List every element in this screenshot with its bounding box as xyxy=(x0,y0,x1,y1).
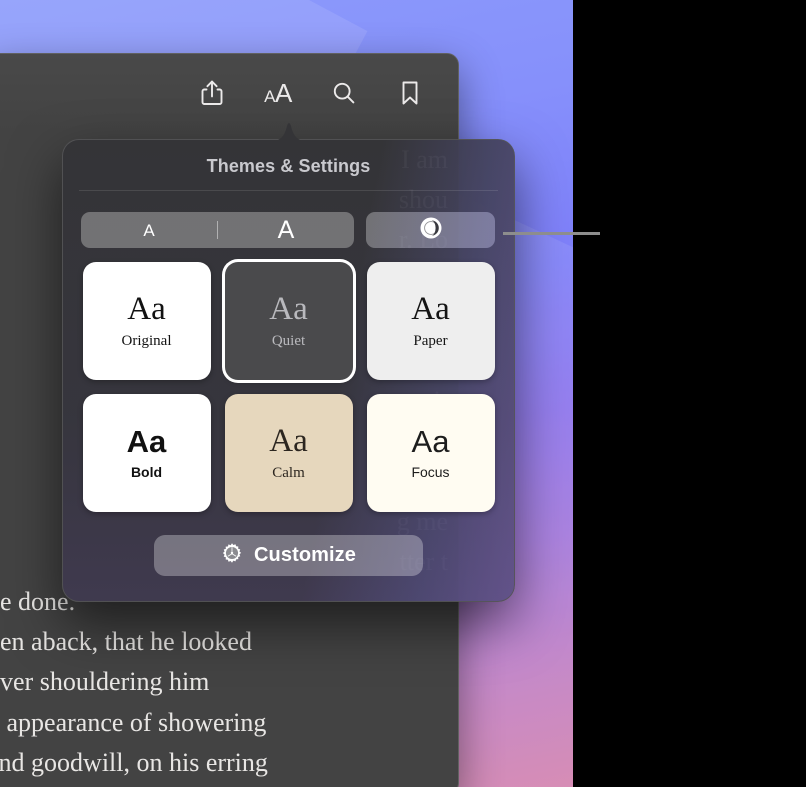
book-line: and goodwill, on his erring xyxy=(0,747,268,777)
theme-card-calm[interactable]: Aa Calm xyxy=(224,394,353,512)
theme-sample-glyph: Aa xyxy=(411,424,450,459)
screenshot-root: AA I am shou r. Lo d gid not e ated. ret xyxy=(0,0,806,787)
popover-control-row: A A xyxy=(63,191,514,248)
search-icon[interactable] xyxy=(326,75,362,111)
popover-title: Themes & Settings xyxy=(206,156,371,176)
theme-card-label: Original xyxy=(121,332,172,349)
book-line: n appearance of showering xyxy=(0,707,267,737)
font-size-stepper[interactable]: A A xyxy=(81,212,354,248)
text-size-big-a: A xyxy=(275,78,292,108)
theme-card-quiet[interactable]: Aa Quiet xyxy=(224,262,353,380)
theme-card-label: Calm xyxy=(272,464,305,481)
bookmark-icon[interactable] xyxy=(392,75,428,111)
theme-sample-glyph: Aa xyxy=(411,290,450,327)
font-size-decrease-button[interactable]: A xyxy=(81,212,217,248)
theme-sample-glyph: Aa xyxy=(126,424,167,459)
customize-label: Customize xyxy=(253,544,357,566)
theme-card-label: Bold xyxy=(130,464,163,480)
text-size-small-a: A xyxy=(264,87,275,106)
callout-line xyxy=(503,232,600,235)
theme-card-bold[interactable]: Aa Bold xyxy=(82,394,211,512)
theme-card-focus[interactable]: Aa Focus xyxy=(366,394,495,512)
share-icon[interactable] xyxy=(194,75,230,111)
customize-button[interactable]: Customize xyxy=(154,535,423,576)
contrast-half-circle-icon xyxy=(419,216,443,245)
theme-card-label: Quiet xyxy=(271,332,306,349)
theme-grid: Aa Original Aa Quiet Aa Paper Aa Bold Aa xyxy=(63,248,514,512)
text-size-label: AA xyxy=(264,80,292,106)
popover-arrow xyxy=(274,120,304,141)
theme-sample-glyph: Aa xyxy=(269,290,308,327)
gear-icon xyxy=(221,542,243,569)
reader-toolbar: AA xyxy=(0,54,458,132)
appearance-toggle-button[interactable] xyxy=(366,212,495,248)
theme-card-paper[interactable]: Aa Paper xyxy=(366,262,495,380)
theme-card-label: Focus xyxy=(411,464,450,480)
theme-card-label: Paper xyxy=(413,332,448,349)
book-line: yver shouldering him xyxy=(0,667,210,697)
theme-sample-glyph: Aa xyxy=(127,290,166,327)
book-line: ken aback, that he looked xyxy=(0,627,252,657)
themes-settings-popover: Themes & Settings A A Aa Original Aa Qui… xyxy=(62,139,515,602)
theme-sample-glyph: Aa xyxy=(269,422,308,459)
theme-card-original[interactable]: Aa Original xyxy=(82,262,211,380)
font-size-increase-button[interactable]: A xyxy=(218,212,354,248)
text-size-icon[interactable]: AA xyxy=(260,75,296,111)
